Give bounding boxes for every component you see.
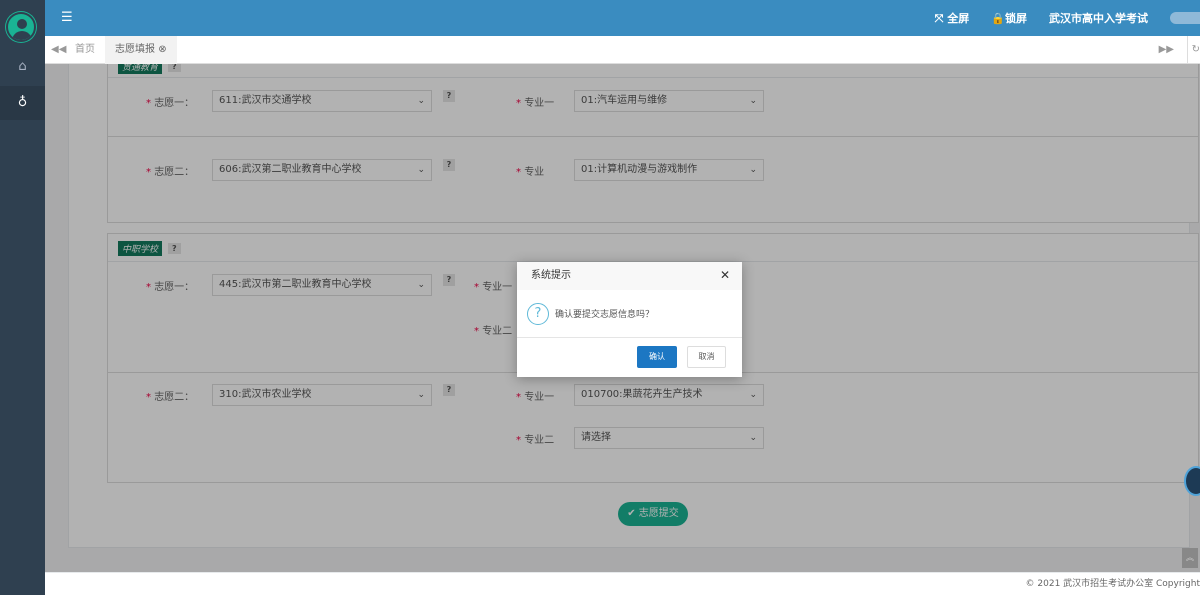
site-title[interactable]: 武汉市高中入学考试 xyxy=(1049,10,1148,26)
tab-volunteer[interactable]: 志愿填报 ⊗ xyxy=(105,36,177,64)
sidebar: ⌂ ♁ xyxy=(0,0,45,595)
fullscreen-button[interactable]: ⤧ 全屏 xyxy=(935,10,970,26)
tab-label: 志愿填报 xyxy=(115,44,155,55)
header: ☰ ⤧ 全屏 🔒锁屏 武汉市高中入学考试 xyxy=(45,0,1200,36)
menu-icon[interactable]: ☰ xyxy=(61,10,73,25)
cancel-button[interactable]: 取消 xyxy=(687,346,726,368)
back-to-top-icon[interactable]: ︽ xyxy=(1182,548,1198,568)
tab-bar: ◀◀ 首页 志愿填报 ⊗ ▶▶ ↻ xyxy=(45,36,1200,64)
home-icon[interactable]: ⌂ xyxy=(0,50,45,84)
lock-button[interactable]: 🔒锁屏 xyxy=(991,10,1027,26)
close-icon[interactable]: ⊗ xyxy=(158,44,166,55)
tab-home[interactable]: 首页 xyxy=(75,36,95,64)
close-icon[interactable]: ✕ xyxy=(720,268,730,282)
dialog-title: 系统提示 xyxy=(517,262,742,290)
confirm-dialog: 系统提示 ✕ ? 确认要提交志愿信息吗？ 确认 取消 xyxy=(517,262,742,377)
confirm-button[interactable]: 确认 xyxy=(637,346,677,368)
lock-label: 锁屏 xyxy=(1005,12,1027,25)
question-icon: ? xyxy=(527,302,549,325)
refresh-icon[interactable]: ↻ xyxy=(1186,36,1200,64)
floating-assistant-icon[interactable] xyxy=(1184,466,1200,496)
scroll-right-icon[interactable]: ▶▶ xyxy=(1159,36,1174,64)
toggle[interactable] xyxy=(1170,12,1200,24)
footer: © 2021 武汉市招生考试办公室 Copyright xyxy=(45,572,1200,595)
dialog-message: 确认要提交志愿信息吗？ xyxy=(555,310,655,320)
scroll-left-icon[interactable]: ◀◀ xyxy=(51,36,66,64)
avatar[interactable] xyxy=(6,12,36,42)
fullscreen-label: 全屏 xyxy=(947,12,970,25)
user-icon[interactable]: ♁ xyxy=(0,86,45,120)
